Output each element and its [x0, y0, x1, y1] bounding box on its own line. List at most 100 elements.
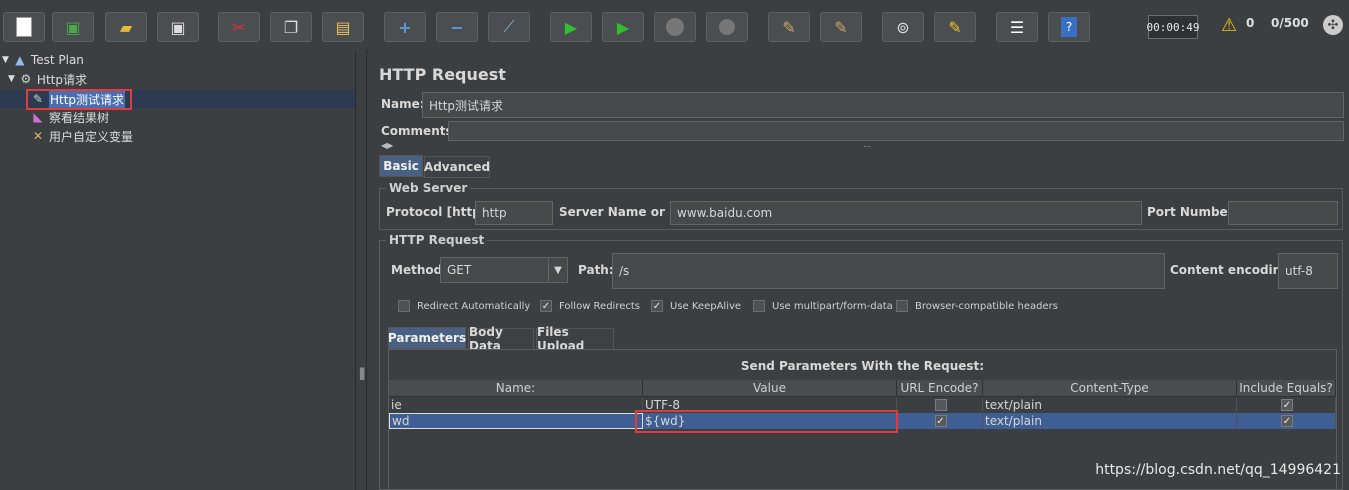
table-cell[interactable]: ✓ [1237, 397, 1336, 413]
path-field[interactable]: /s [612, 253, 1165, 289]
splitter-grip[interactable]: ▪ ▪ ▪ [359, 366, 365, 383]
keepalive-checkbox[interactable]: ✓ Use KeepAlive [651, 300, 741, 312]
checkbox-box[interactable] [896, 300, 908, 312]
check-icon[interactable]: ✓ [651, 300, 663, 312]
warning-count: 0 [1246, 16, 1255, 30]
server-field[interactable]: www.baidu.com [670, 201, 1142, 225]
comments-field[interactable] [448, 121, 1344, 141]
table-cell[interactable]: text/plain [983, 397, 1237, 413]
table-cell[interactable]: wd [389, 413, 643, 429]
warning-icon: ⚠ [1221, 15, 1238, 36]
checkbox-label: Follow Redirects [559, 300, 640, 312]
method-label: Method: [391, 263, 447, 277]
tree-item-user-variables[interactable]: ✕ 用户自定义变量 [30, 127, 133, 145]
remote-icon[interactable]: ✣ [1323, 15, 1343, 35]
copy-icon[interactable]: ❐ [270, 12, 312, 42]
tools-icon: ✕ [32, 129, 44, 143]
expand-icon[interactable]: + [384, 12, 426, 42]
clear-all-icon[interactable]: ✎ [820, 12, 862, 42]
check-icon[interactable]: ✓ [540, 300, 552, 312]
checkbox-box[interactable] [398, 300, 410, 312]
name-field[interactable]: Http测试请求 [422, 92, 1344, 118]
expand-toggle-icon[interactable]: ▼ [2, 55, 9, 65]
encoding-field[interactable]: utf-8 [1278, 253, 1338, 289]
path-label: Path: [578, 263, 614, 277]
expand-toggle-icon[interactable]: ▼ [8, 74, 15, 84]
multipart-checkbox[interactable]: Use multipart/form-data [753, 300, 893, 312]
new-icon[interactable] [3, 12, 45, 42]
tab-basic[interactable]: Basic [379, 155, 423, 177]
checkbox-box[interactable] [753, 300, 765, 312]
highlight-box [635, 410, 898, 433]
check-icon[interactable]: ✓ [934, 415, 947, 427]
port-label: Port Number: [1147, 205, 1239, 219]
checkbox-label: Use KeepAlive [670, 300, 742, 312]
splitter[interactable]: ▪ ▪ ▪ [355, 50, 367, 490]
gear-icon: ⚙ [20, 72, 32, 86]
protocol-field[interactable]: http [475, 201, 553, 225]
active-threads: 0/500 [1271, 16, 1309, 30]
help-icon[interactable]: ? [1048, 12, 1090, 42]
tree-item-thread-group[interactable]: ▼ ⚙ Http请求 [8, 70, 87, 88]
chevron-down-icon[interactable]: ▼ [548, 258, 567, 282]
table-cell[interactable] [897, 397, 983, 413]
tab-parameters[interactable]: Parameters [388, 327, 466, 349]
reset-search-icon[interactable]: ✎ [934, 12, 976, 42]
http-request-panel: HTTP Request Name: Http测试请求 Comments: ◀▶… [368, 50, 1349, 490]
col-header-content-type[interactable]: Content-Type [983, 380, 1237, 397]
table-cell[interactable]: ✓ [1237, 413, 1336, 429]
checkbox-label: Use multipart/form-data [772, 300, 893, 312]
test-plan-tree: ▼ ▲ Test Plan ▼ ⚙ Http请求 ✎ Http测试请求 ◣ 察看… [0, 50, 355, 490]
server-label: Server Name or IP: [559, 205, 688, 219]
open-icon[interactable]: ▰ [105, 12, 147, 42]
elapsed-timer: 00:00:49 [1147, 15, 1200, 39]
toggle-icon[interactable]: ⟋ [488, 12, 530, 42]
stop-icon[interactable] [654, 12, 696, 42]
search-icon[interactable]: ⊚ [882, 12, 924, 42]
tree-item-results-tree[interactable]: ◣ 察看结果树 [30, 108, 109, 126]
table-caption: Send Parameters With the Request: [740, 359, 985, 373]
test-plan-icon: ▲ [15, 53, 25, 67]
tree-item-test-plan[interactable]: ▼ ▲ Test Plan [2, 51, 84, 69]
save-icon[interactable]: ▣ [157, 12, 199, 42]
start-no-pause-icon[interactable]: ▶ [602, 12, 644, 42]
tab-body-data[interactable]: Body Data [468, 325, 534, 353]
tab-advanced[interactable]: Advanced [424, 156, 490, 178]
table-cell[interactable]: ie [389, 397, 643, 413]
start-icon[interactable]: ▶ [550, 12, 592, 42]
follow-redirects-checkbox[interactable]: ✓ Follow Redirects [540, 300, 640, 312]
panel-title: HTTP Request [379, 65, 506, 84]
cut-icon[interactable]: ✂ [218, 12, 260, 42]
collapse-arrows-icon[interactable]: ◀▶ [381, 141, 393, 150]
col-header-include-equals[interactable]: Include Equals? [1237, 380, 1336, 397]
redirect-auto-checkbox[interactable]: Redirect Automatically [398, 300, 530, 312]
check-icon[interactable]: ✓ [1281, 399, 1293, 411]
col-header-value[interactable]: Value [643, 380, 897, 397]
method-value: GET [447, 263, 472, 277]
resize-grip-icon[interactable]: ⋯ [863, 142, 871, 151]
col-header-url-encode[interactable]: URL Encode? [897, 380, 983, 397]
port-field[interactable] [1228, 201, 1338, 225]
function-helper-icon[interactable]: ☰ [996, 12, 1038, 42]
table-cell[interactable]: text/plain [983, 413, 1237, 429]
chart-icon: ◣ [33, 110, 43, 124]
watermark: https://blog.csdn.net/qq_14996421 [1095, 462, 1341, 478]
browser-headers-checkbox[interactable]: Browser-compatible headers [896, 300, 1058, 312]
http-request-title: HTTP Request [386, 233, 488, 247]
paste-icon[interactable]: ▤ [322, 12, 364, 42]
shutdown-icon[interactable] [706, 12, 748, 42]
checkbox-box[interactable] [934, 399, 947, 411]
clear-icon[interactable]: ✎ [768, 12, 810, 42]
collapse-icon[interactable]: − [436, 12, 478, 42]
encoding-label: Content encoding: [1170, 263, 1295, 277]
tab-files-upload[interactable]: Files Upload [536, 325, 614, 353]
method-select[interactable]: GET ▼ [440, 257, 568, 283]
col-header-name[interactable]: Name: [389, 380, 643, 397]
checkbox-label: Browser-compatible headers [915, 300, 1058, 312]
checkbox-label: Redirect Automatically [417, 300, 531, 312]
tree-item-label: Http请求 [36, 72, 87, 87]
check-icon[interactable]: ✓ [1281, 415, 1293, 427]
templates-icon[interactable]: ▣ [52, 12, 94, 42]
tree-item-label: 察看结果树 [49, 110, 110, 125]
table-cell[interactable]: ✓ [897, 413, 983, 429]
